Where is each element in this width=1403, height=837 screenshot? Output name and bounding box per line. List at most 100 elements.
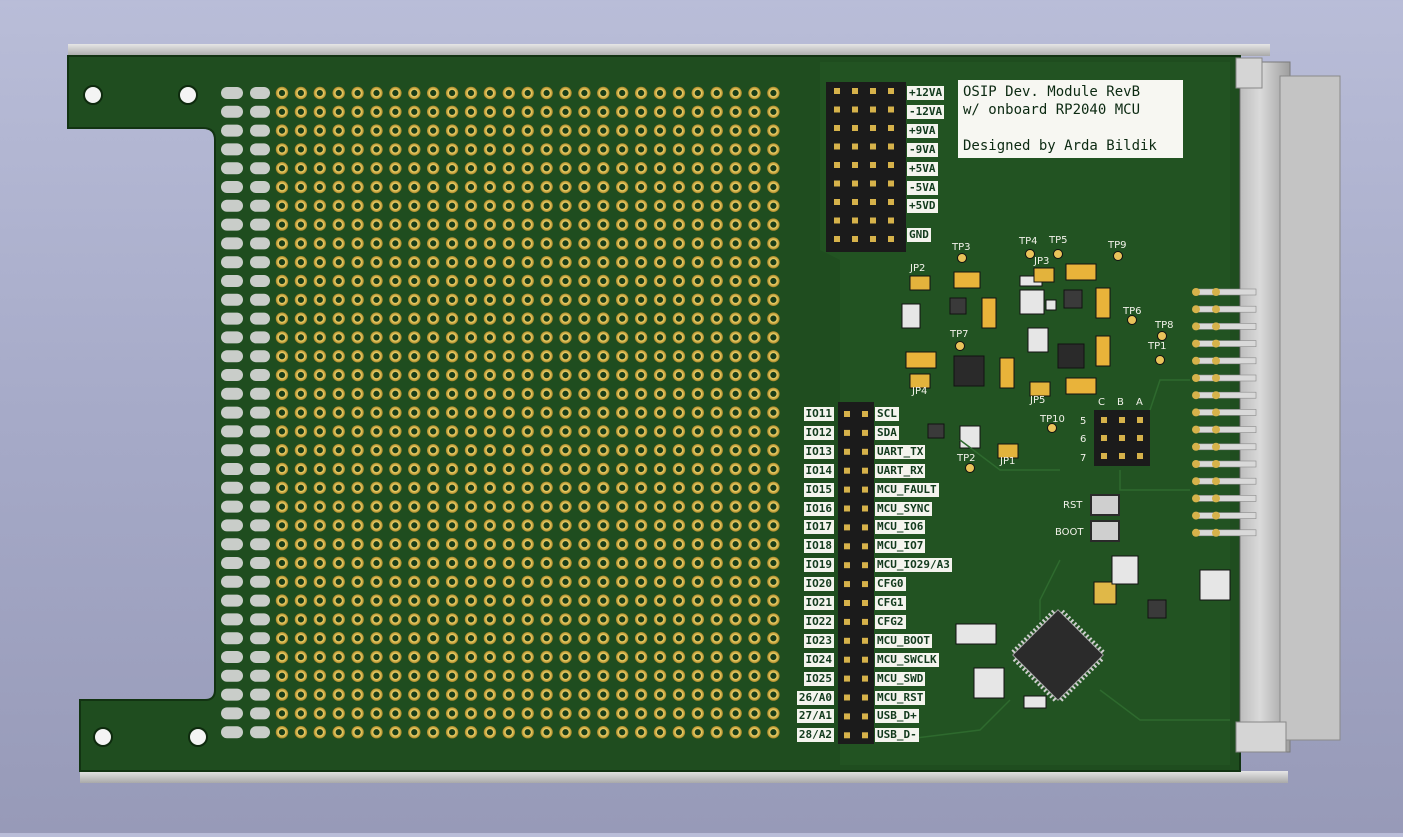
proto-hole (710, 726, 723, 739)
proto-oval-pad (221, 369, 243, 381)
proto-hole (559, 368, 572, 382)
proto-oval-pad (221, 444, 243, 457)
proto-hole (351, 575, 364, 588)
proto-hole (540, 143, 553, 156)
rst-button[interactable] (1090, 494, 1120, 516)
header-pin (844, 524, 850, 531)
proto-hole (559, 669, 572, 682)
proto-hole (578, 726, 591, 739)
proto-oval-pad (250, 519, 270, 532)
proto-hole (578, 613, 591, 626)
proto-hole (389, 143, 402, 156)
proto-hole (691, 218, 704, 231)
proto-hole (445, 312, 459, 325)
proto-hole (710, 425, 723, 438)
proto-hole (521, 124, 534, 137)
proto-hole (710, 350, 723, 363)
header-pin (870, 106, 876, 113)
header-pin (862, 562, 868, 569)
boot-button[interactable] (1090, 520, 1120, 542)
smd-part (901, 303, 921, 329)
proto-hole (748, 86, 761, 100)
proto-hole (464, 613, 478, 626)
proto-hole (294, 331, 308, 344)
proto-hole (294, 632, 308, 645)
power-label-6: +5VD (907, 199, 938, 213)
proto-hole (767, 331, 780, 344)
header-pin (844, 562, 850, 569)
proto-hole (634, 237, 648, 250)
edge-pin-pad (1192, 511, 1200, 520)
proto-hole (653, 481, 667, 494)
proto-hole (559, 406, 572, 419)
proto-hole (729, 256, 742, 269)
proto-hole (521, 237, 534, 250)
header-pin (870, 180, 876, 187)
edge-pin-pad (1192, 528, 1200, 537)
power-label-5: -5VA (907, 181, 938, 195)
proto-hole (691, 237, 704, 250)
proto-hole (408, 669, 421, 682)
proto-hole (502, 481, 515, 494)
proto-hole (597, 632, 610, 645)
proto-hole (313, 594, 326, 607)
proto-hole (653, 688, 667, 701)
header-pin (834, 106, 840, 113)
proto-hole (748, 462, 761, 476)
proto-hole (691, 406, 704, 419)
proto-hole (351, 387, 364, 400)
proto-hole (313, 726, 326, 739)
edge-pin-pad (1192, 374, 1200, 382)
io-right-label-8: MCU_IO29/A3 (875, 558, 952, 573)
io-right-label-3: UART_RX (875, 463, 926, 478)
proto-hole (616, 86, 629, 100)
proto-hole (767, 293, 780, 306)
row-5-label: 5 (1080, 416, 1087, 427)
header-pin (844, 581, 850, 588)
proto-hole (521, 312, 534, 325)
proto-hole (427, 237, 440, 250)
proto-hole (729, 481, 742, 494)
proto-hole (464, 368, 478, 382)
proto-hole (767, 575, 780, 588)
proto-oval-pad (221, 500, 243, 513)
proto-hole (748, 519, 761, 532)
proto-hole (521, 425, 534, 438)
proto-hole (483, 575, 497, 588)
smd-part (1095, 335, 1111, 367)
header-pin (844, 505, 850, 512)
proto-hole (729, 613, 742, 626)
proto-hole (464, 425, 478, 438)
proto-hole (313, 707, 326, 720)
proto-hole (294, 707, 308, 720)
proto-hole (634, 350, 648, 363)
proto-hole (483, 105, 497, 119)
proto-hole (540, 180, 553, 194)
proto-hole (748, 331, 761, 344)
proto-hole (502, 218, 515, 231)
proto-hole (408, 556, 421, 570)
proto-hole (710, 669, 723, 682)
tp10-label: TP10 (1040, 414, 1065, 425)
proto-hole (275, 350, 289, 363)
proto-hole (672, 519, 686, 532)
proto-hole (616, 538, 629, 551)
proto-hole (578, 162, 591, 175)
proto-hole (616, 613, 629, 626)
proto-hole (370, 462, 383, 476)
proto-hole (616, 500, 629, 513)
header-pin (844, 486, 850, 493)
proto-hole (427, 331, 440, 344)
proto-hole (540, 256, 553, 269)
proto-oval-pad (250, 726, 270, 739)
proto-hole (578, 218, 591, 231)
pcb-3d-viewport[interactable]: +12VA -12VA +9VA -9VA +5VA -5VA +5VD GND IO11 IO… (0, 0, 1403, 833)
proto-hole (408, 162, 421, 175)
edge-pin-pad (1212, 442, 1220, 451)
proto-hole (483, 274, 497, 288)
header-pin (1101, 417, 1107, 423)
proto-hole (294, 538, 308, 551)
proto-hole (634, 368, 648, 382)
proto-hole (464, 594, 478, 607)
proto-hole (767, 726, 780, 739)
